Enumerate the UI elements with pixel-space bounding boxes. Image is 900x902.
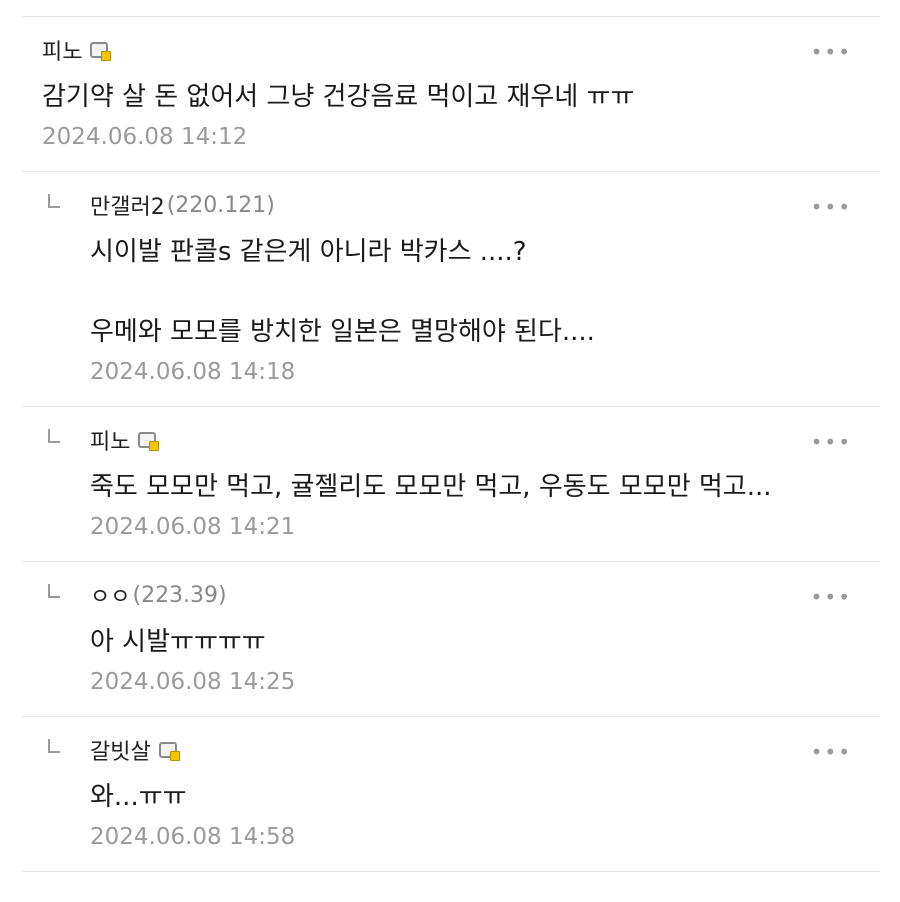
member-badge-icon (158, 742, 180, 761)
more-options-icon[interactable]: ••• (811, 42, 852, 62)
comment-timestamp: 2024.06.08 14:12 (42, 124, 248, 150)
comment-list: 피노 ••• 감기약 살 돈 없어서 그냥 건강음료 먹이고 재우네 ㅠㅠ 20… (22, 16, 880, 872)
member-badge-icon (90, 42, 112, 61)
comment-timestamp: 2024.06.08 14:58 (90, 824, 296, 850)
more-options-icon[interactable]: ••• (811, 587, 852, 607)
comment-author[interactable]: ㅇㅇ (90, 579, 130, 611)
more-options-icon[interactable]: ••• (811, 432, 852, 452)
comment-text: 감기약 살 돈 없어서 그냥 건강음료 먹이고 재우네 ㅠㅠ (42, 82, 635, 112)
comment-inner: ㅇㅇ (223.39) ••• 아 시발ㅠㅠㅠㅠ 2024.06.08 14:2… (22, 562, 880, 716)
reply-item: 만갤러2 (220.121) ••• 시이발 판콜s 같은게 아니라 박카스 .… (22, 172, 880, 407)
comment-text: 시이발 판콜s 같은게 아니라 박카스 ....? 우메와 모모를 방치한 일본… (90, 237, 595, 347)
comment-author-line: 피노 (90, 425, 880, 455)
comment-author[interactable]: 만갤러2 (90, 189, 165, 221)
comment-text: 와...ㅠㅠ (90, 782, 187, 812)
comment-inner: 피노 ••• 감기약 살 돈 없어서 그냥 건강음료 먹이고 재우네 ㅠㅠ 20… (22, 17, 880, 171)
member-badge-icon (138, 432, 160, 451)
comment-author-ip: (220.121) (166, 192, 275, 218)
more-options-icon[interactable]: ••• (811, 742, 852, 762)
comment-text: 죽도 모모만 먹고, 귤젤리도 모모만 먹고, 우동도 모모만 먹고... (90, 472, 772, 502)
comment-text: 아 시발ㅠㅠㅠㅠ (90, 627, 266, 657)
comment-author-line: ㅇㅇ (223.39) (90, 579, 880, 611)
comment-inner: 피노 ••• 죽도 모모만 먹고, 귤젤리도 모모만 먹고, 우동도 모모만 먹… (22, 407, 880, 561)
comment-inner: 갈빗살 ••• 와...ㅠㅠ 2024.06.08 14:58 (22, 717, 880, 871)
comment-author-line: 피노 (42, 35, 880, 65)
comment-inner: 만갤러2 (220.121) ••• 시이발 판콜s 같은게 아니라 박카스 .… (22, 172, 880, 406)
comment-timestamp: 2024.06.08 14:21 (90, 514, 296, 540)
comment-author[interactable]: 피노 (42, 34, 82, 66)
comment-item: 피노 ••• 감기약 살 돈 없어서 그냥 건강음료 먹이고 재우네 ㅠㅠ 20… (22, 17, 880, 172)
reply-item: 갈빗살 ••• 와...ㅠㅠ 2024.06.08 14:58 (22, 717, 880, 872)
comment-author-line: 갈빗살 (90, 735, 880, 765)
comment-author[interactable]: 피노 (90, 424, 130, 456)
more-options-icon[interactable]: ••• (811, 197, 852, 217)
comment-author-line: 만갤러2 (220.121) (90, 189, 880, 221)
comment-timestamp: 2024.06.08 14:25 (90, 669, 296, 695)
comment-author-ip: (223.39) (132, 582, 227, 608)
reply-item: ㅇㅇ (223.39) ••• 아 시발ㅠㅠㅠㅠ 2024.06.08 14:2… (22, 562, 880, 717)
reply-item: 피노 ••• 죽도 모모만 먹고, 귤젤리도 모모만 먹고, 우동도 모모만 먹… (22, 407, 880, 562)
comment-timestamp: 2024.06.08 14:18 (90, 359, 296, 385)
comment-author[interactable]: 갈빗살 (90, 734, 151, 766)
